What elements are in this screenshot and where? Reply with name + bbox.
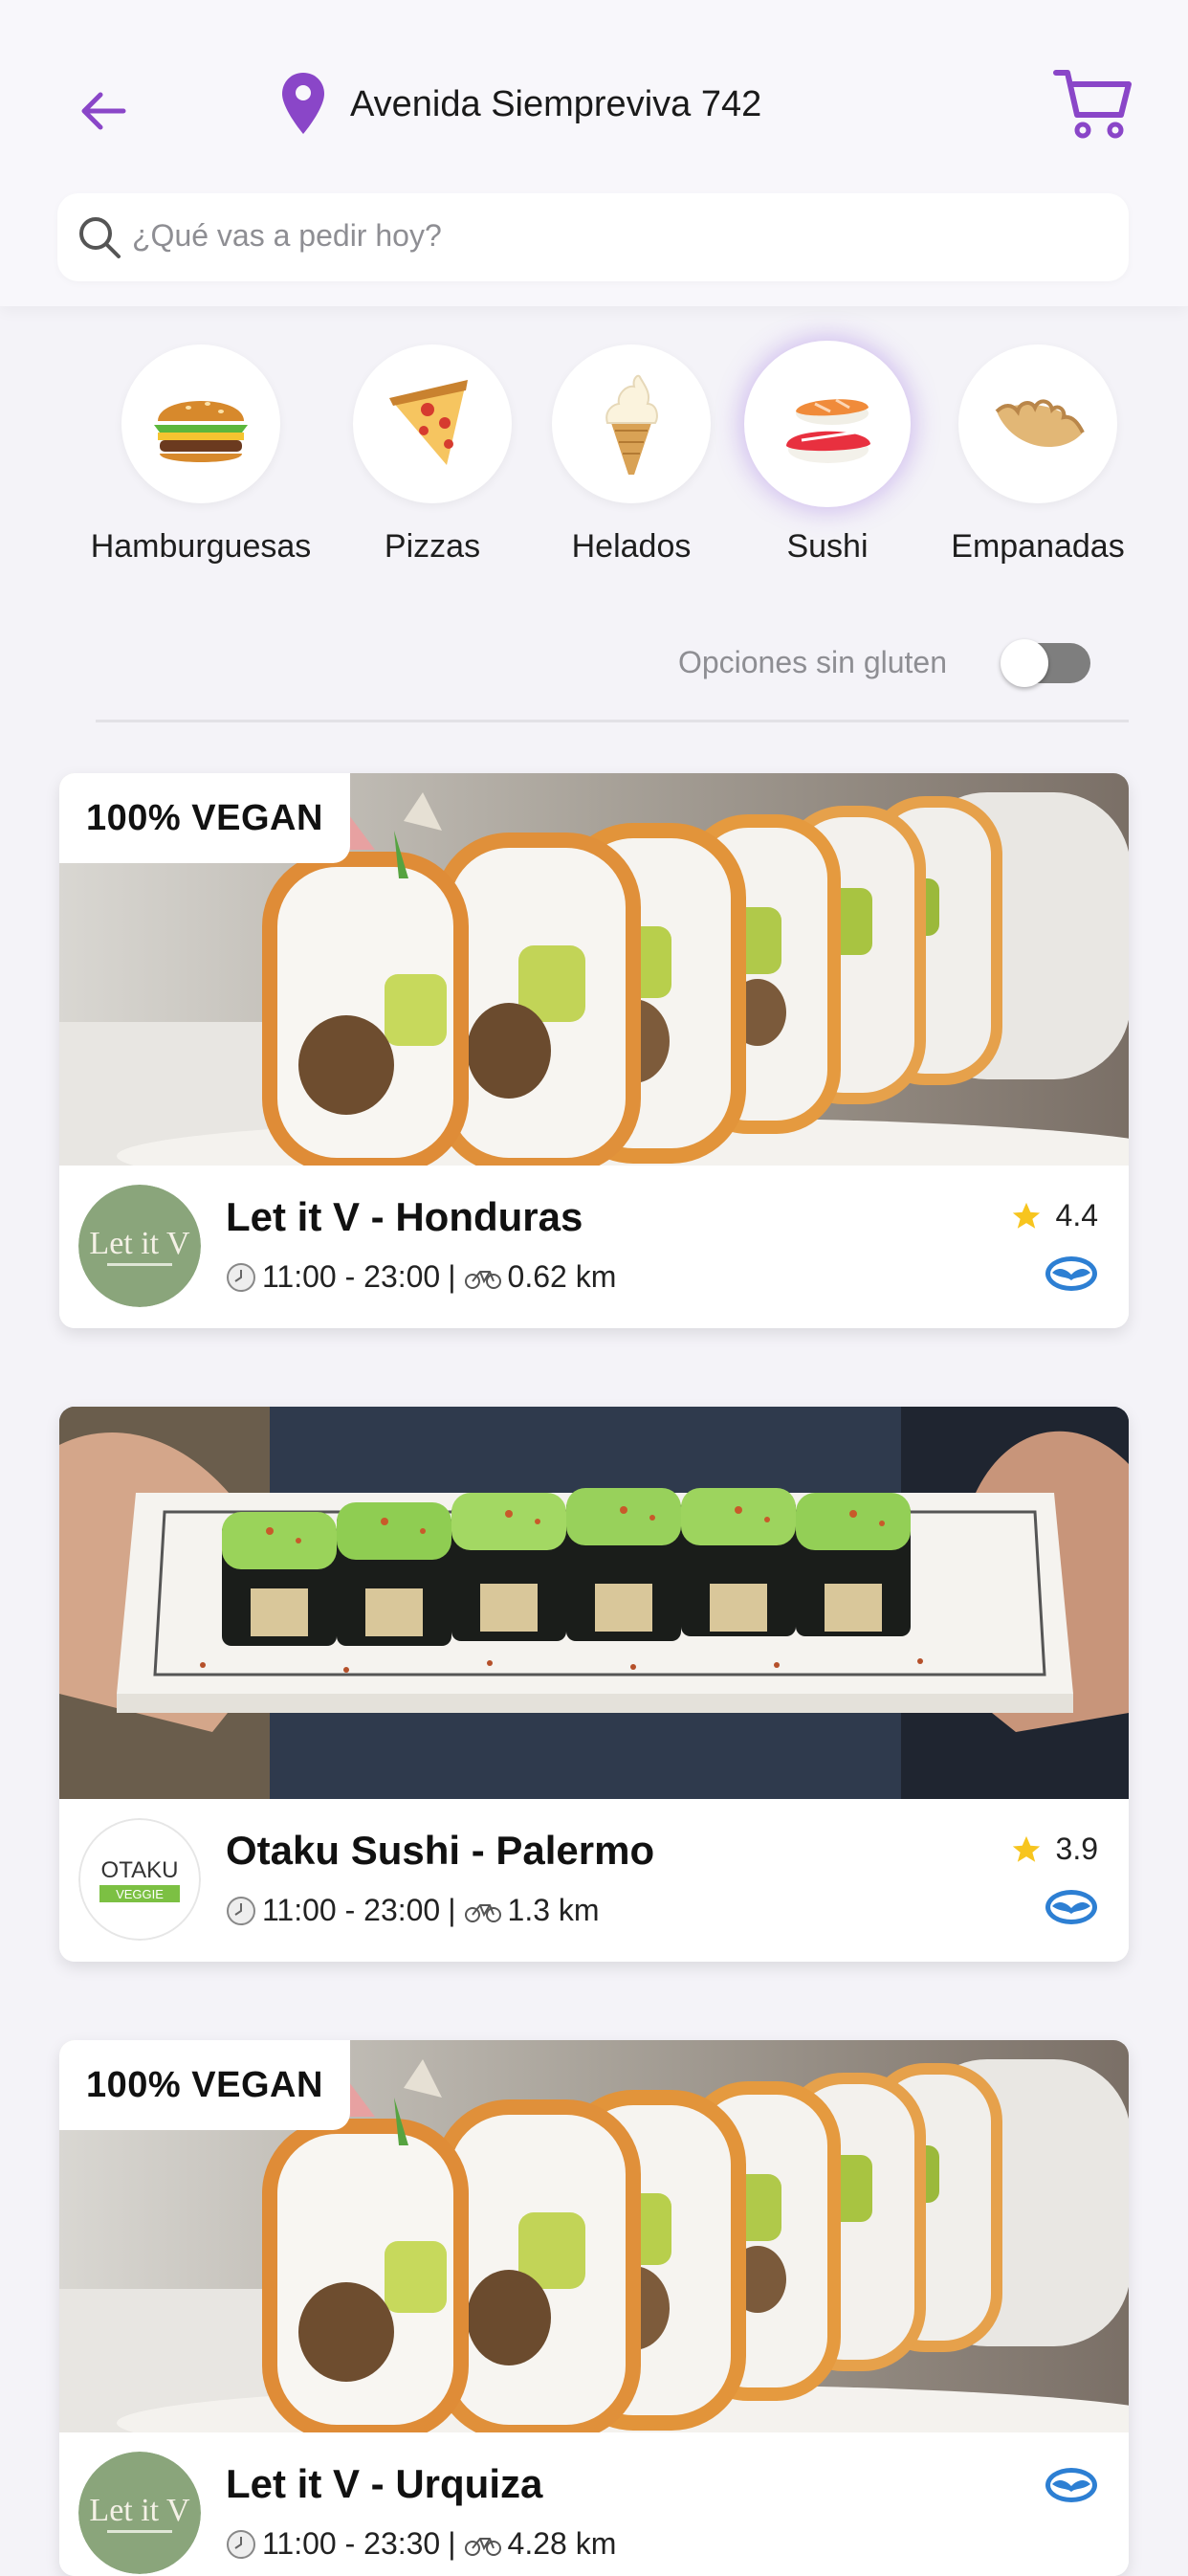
restaurant-logo: Let it V [78, 2452, 201, 2574]
distance: 1.3 km [507, 1893, 600, 1927]
bike-icon [464, 1270, 501, 1289]
restaurant-card[interactable]: OTAKU VEGGIE Otaku Sushi - Palermo 11:00… [59, 1407, 1129, 1962]
clock-icon [227, 2529, 255, 2559]
restaurant-info: Let it V Let it V - Honduras 11:00 - 23:… [59, 1166, 1129, 1328]
category-sushi[interactable]: Sushi [732, 325, 923, 574]
logo-subtext: VEGGIE [116, 1887, 164, 1901]
mercadopago-icon [1045, 1256, 1097, 1291]
gluten-free-filter: Opciones sin gluten [0, 632, 1188, 699]
restaurant-card[interactable]: 100% VEGAN Let it V Let it V - Honduras … [59, 773, 1129, 1328]
vegan-badge: 100% VEGAN [59, 2040, 350, 2130]
delivery-address[interactable]: Avenida Siempreviva 742 [350, 84, 761, 125]
separator: | [448, 1893, 456, 1927]
opening-hours: 11:00 - 23:00 [262, 1259, 441, 1294]
star-icon [1012, 1202, 1040, 1229]
divider [96, 720, 1129, 722]
cart-icon [1053, 70, 1132, 139]
bike-icon [464, 1903, 501, 1922]
opening-hours: 11:00 - 23:00 [262, 1893, 441, 1927]
rating: 4.4 [1010, 1198, 1098, 1233]
header: Avenida Siempreviva 742 ¿Qué vas a pedir… [0, 0, 1188, 306]
ice-cream-icon [605, 374, 658, 475]
restaurant-name: Otaku Sushi - Palermo [226, 1828, 655, 1873]
category-burgers[interactable]: Hamburguesas [91, 325, 311, 574]
location-pin-icon [279, 71, 327, 138]
gluten-free-toggle[interactable] [1001, 639, 1090, 687]
mercadopago-icon [1045, 1890, 1097, 1924]
restaurant-meta: 11:00 - 23:30 | 4.28 km [226, 2526, 616, 2562]
restaurant-info: Let it V Let it V - Urquiza 11:00 - 23:3… [59, 2432, 1129, 2576]
vegan-badge: 100% VEGAN [59, 773, 350, 863]
bike-icon [464, 2537, 501, 2556]
gluten-free-label: Opciones sin gluten [677, 645, 947, 679]
logo-text: OTAKU [101, 1857, 179, 1883]
restaurant-photo [59, 1407, 1129, 1799]
clock-icon [227, 1896, 255, 1925]
category-label: Hamburguesas [90, 528, 312, 565]
rating-value: 3.9 [1055, 1832, 1098, 1866]
mercadopago-icon [1045, 2468, 1097, 2502]
rating: 3.9 [1010, 1832, 1098, 1867]
category-carousel: Hamburguesas Pizzas Helados Sushi Empana… [0, 325, 1188, 574]
restaurant-logo: Let it V [78, 1185, 201, 1307]
back-arrow-icon [81, 92, 126, 130]
restaurant-card[interactable]: 100% VEGAN Let it V Let it V - Urquiza 1… [59, 2040, 1129, 2576]
restaurant-meta: 11:00 - 23:00 | 0.62 km [226, 1259, 616, 1295]
search-input[interactable]: ¿Qué vas a pedir hoy? [57, 193, 1129, 281]
logo-text: Let it V [89, 2493, 190, 2528]
opening-hours: 11:00 - 23:30 [262, 2526, 441, 2561]
clock-icon [227, 1262, 255, 1292]
restaurant-name: Let it V - Honduras [226, 1194, 583, 1239]
rating-value: 4.4 [1055, 1198, 1098, 1232]
back-button[interactable] [75, 82, 132, 140]
logo-text: Let it V [89, 1226, 190, 1261]
search-icon [79, 217, 121, 258]
separator: | [448, 1259, 456, 1294]
toggle-knob [1001, 639, 1048, 687]
restaurant-info: OTAKU VEGGIE Otaku Sushi - Palermo 11:00… [59, 1799, 1129, 1962]
cart-button[interactable] [1052, 65, 1134, 142]
category-empanadas[interactable]: Empanadas [942, 325, 1133, 574]
distance: 0.62 km [507, 1259, 617, 1294]
empanada-icon [995, 399, 1085, 448]
star-icon [1012, 1835, 1040, 1862]
category-label: Empanadas [951, 528, 1125, 565]
pizza-icon [389, 380, 468, 465]
burger-icon [154, 401, 248, 462]
search-placeholder: ¿Qué vas a pedir hoy? [132, 218, 442, 253]
distance: 4.28 km [507, 2526, 617, 2561]
restaurant-logo: OTAKU VEGGIE [78, 1818, 201, 1941]
sushi-icon [786, 398, 870, 463]
restaurant-name: Let it V - Urquiza [226, 2461, 543, 2506]
restaurant-meta: 11:00 - 23:00 | 1.3 km [226, 1893, 600, 1928]
separator: | [448, 2526, 456, 2561]
